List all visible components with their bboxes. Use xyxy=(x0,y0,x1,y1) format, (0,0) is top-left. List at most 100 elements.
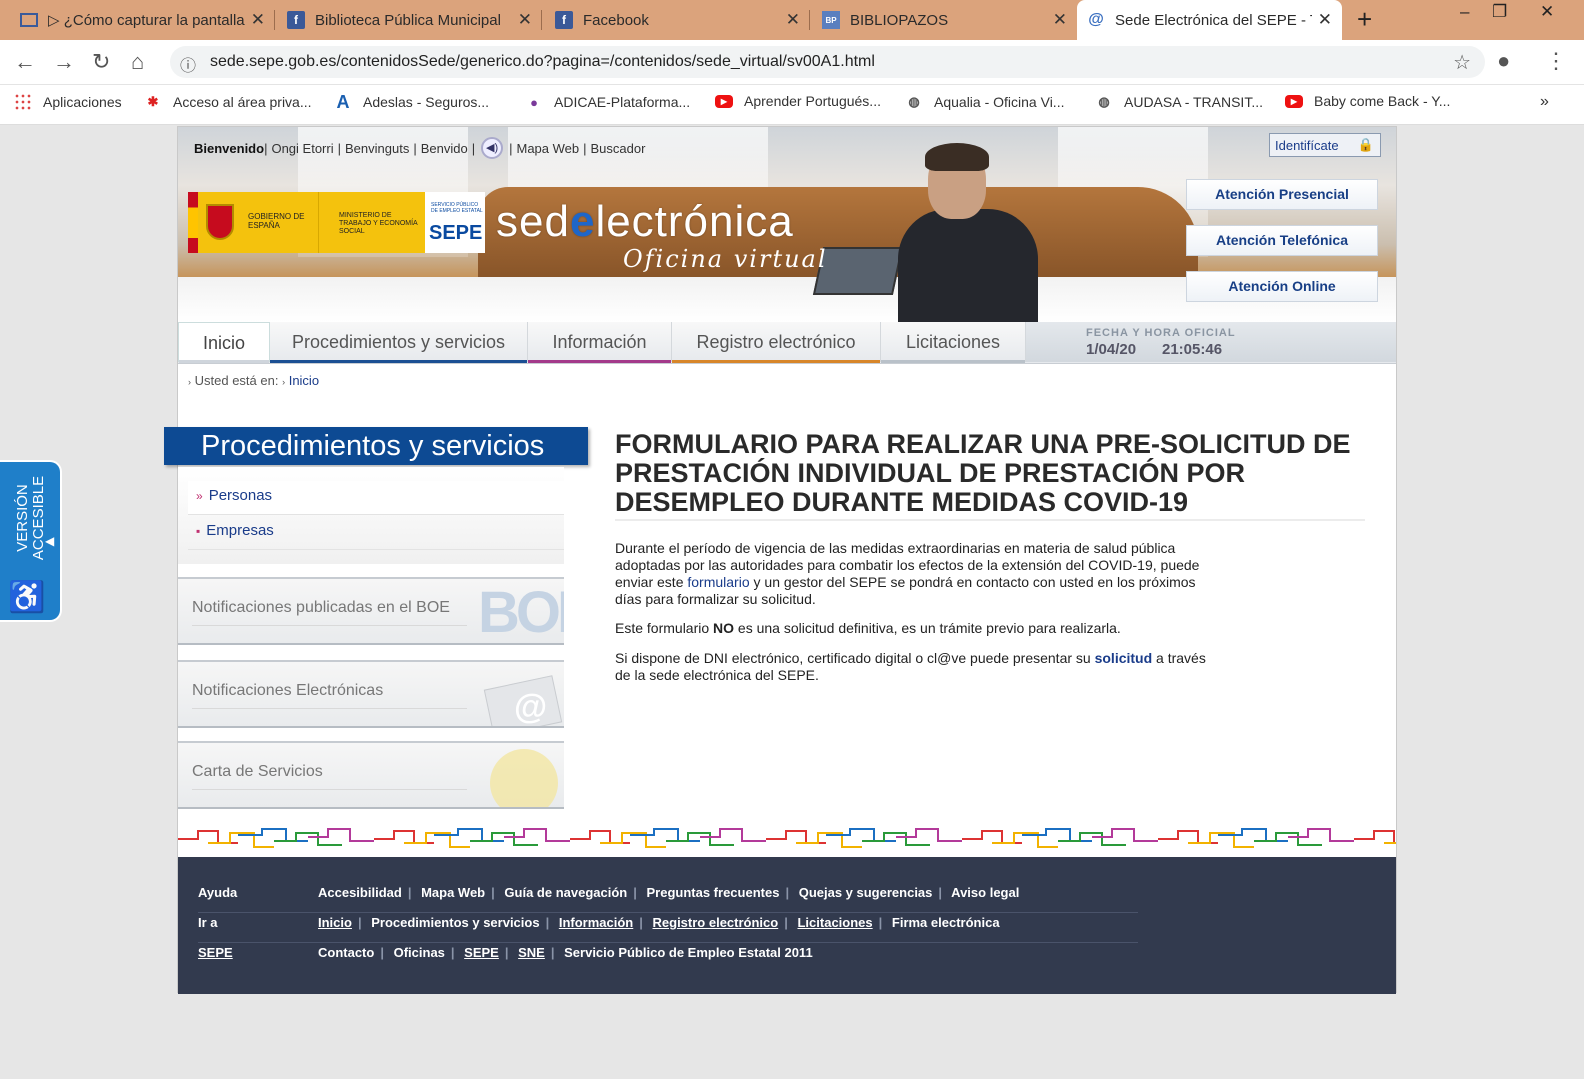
info-icon[interactable]: ⓘ xyxy=(180,52,196,76)
speaker-icon[interactable]: ◀) xyxy=(481,137,504,159)
sidebar-item-personas[interactable]: » Personas xyxy=(188,481,564,515)
close-icon[interactable]: ✕ xyxy=(786,10,800,30)
close-icon[interactable]: ✕ xyxy=(1318,10,1332,30)
footer-link[interactable]: SNE xyxy=(518,945,545,960)
sidebar-item-label[interactable]: Empresas xyxy=(206,522,274,539)
tab-informacion[interactable]: Información xyxy=(528,322,672,363)
lang-catala[interactable]: Benvinguts xyxy=(345,141,409,156)
bookmark-item[interactable]: ◍ Aqualia - Oficina Vi... xyxy=(905,93,1064,111)
search-link[interactable]: Buscador xyxy=(591,141,646,156)
home-icon[interactable]: ⌂ xyxy=(131,49,144,75)
close-icon[interactable]: ✕ xyxy=(1053,10,1067,30)
bookmark-item[interactable]: A Adeslas - Seguros... xyxy=(334,92,490,112)
browser-tab-3[interactable]: f Facebook ✕ xyxy=(545,0,810,40)
footer-link[interactable]: Aviso legal xyxy=(951,885,1019,900)
tab-label: ▷ ¿Cómo capturar la pantalla xyxy=(48,12,245,29)
tab-licitaciones[interactable]: Licitaciones xyxy=(881,322,1026,363)
menu-icon[interactable]: ⋮ xyxy=(1545,48,1567,74)
bookmark-item[interactable]: ▶ Aprender Portugués... xyxy=(715,93,881,109)
footer-link[interactable]: Inicio xyxy=(318,915,352,930)
formulario-link[interactable]: formulario xyxy=(687,574,749,590)
official-time: 21:05:46 xyxy=(1162,341,1223,358)
back-icon[interactable]: ← xyxy=(14,49,36,75)
browser-tab-active[interactable]: @ Sede Electrónica del SEPE - T ✕ xyxy=(1077,0,1342,40)
sidebar-heading: Procedimientos y servicios xyxy=(164,427,588,465)
bookmark-star-icon[interactable]: ☆ xyxy=(1453,50,1471,75)
lang-euskera[interactable]: Ongi Etorri xyxy=(271,141,333,156)
electronic-notifications-panel[interactable]: Notificaciones Electrónicas @ xyxy=(178,660,564,728)
boe-notifications-panel[interactable]: Notificaciones publicadas en el BOE BOE xyxy=(178,577,564,645)
site-map-link[interactable]: Mapa Web xyxy=(516,141,579,156)
login-button[interactable]: Identifícate 🔒 xyxy=(1269,133,1381,157)
footer-row-ir-a: Ir a Inicio | Procedimientos y servicios |… xyxy=(198,907,1138,937)
carta-servicios-panel[interactable]: Carta de Servicios xyxy=(178,741,564,809)
new-tab-icon[interactable]: + xyxy=(1357,4,1372,35)
bookmark-item[interactable]: ● ADICAE-Plataforma... xyxy=(525,93,690,111)
footer-link[interactable]: Accesibilidad xyxy=(318,885,402,900)
atencion-presencial-button[interactable]: Atención Presencial xyxy=(1186,179,1378,210)
footer-link[interactable]: Preguntas frecuentes xyxy=(647,885,780,900)
address-bar[interactable]: ⓘ sede.sepe.gob.es/contenidosSede/generi… xyxy=(170,46,1485,78)
bookmark-label: AUDASA - TRANSIT... xyxy=(1124,94,1263,110)
footer-links: Contacto | Oficinas | SEPE | SNE | Servicio … xyxy=(318,945,813,960)
footer-link[interactable]: Quejas y sugerencias xyxy=(799,885,933,900)
bookmarks-bar: Aplicaciones ✱ Acceso al área priva... A… xyxy=(0,85,1584,125)
double-chevron-icon: » xyxy=(196,489,203,503)
footer-link[interactable]: Licitaciones xyxy=(797,915,872,930)
accessible-line: ACCESIBLE xyxy=(30,475,47,561)
bookmark-item[interactable]: ◍ AUDASA - TRANSIT... xyxy=(1095,93,1263,111)
bookmark-label: ADICAE-Plataforma... xyxy=(554,94,691,110)
footer-links: Accesibilidad | Mapa Web | Guía de navegac… xyxy=(318,885,1020,900)
tab-inicio[interactable]: Inicio xyxy=(178,322,270,363)
red-logo-icon: ✱ xyxy=(147,94,159,109)
wheelchair-icon: ♿ xyxy=(8,581,46,614)
accessible-version-tab[interactable]: VERSIÓN ACCESIBLE ◀ ♿ xyxy=(0,460,62,622)
tab-label: Facebook xyxy=(583,11,649,29)
footer-link[interactable]: Guía de navegación xyxy=(504,885,627,900)
footer-link[interactable]: Información xyxy=(559,915,633,930)
footer-row-heading[interactable]: SEPE xyxy=(198,945,233,960)
minimize-icon[interactable]: – xyxy=(1460,2,1469,22)
sepe-logo-text: SEPE xyxy=(429,222,483,244)
footer-link[interactable]: Registro electrónico xyxy=(653,915,779,930)
bookmarks-overflow[interactable]: » xyxy=(1540,93,1549,111)
browser-tab-4[interactable]: BP BIBLIOPAZOS ✕ xyxy=(812,0,1077,40)
url-text[interactable]: sede.sepe.gob.es/contenidosSede/generico… xyxy=(210,53,875,71)
adicae-icon: ● xyxy=(530,94,538,110)
sepe-small-text: SERVICIO PÚBLICO DE EMPLEO ESTATAL xyxy=(431,202,483,214)
solicitud-link[interactable]: solicitud xyxy=(1095,650,1153,666)
breadcrumb-inicio-link[interactable]: Inicio xyxy=(289,373,319,388)
atencion-online-button[interactable]: Atención Online xyxy=(1186,271,1378,302)
sidebar-item-empresas[interactable]: ▪ Empresas xyxy=(188,516,564,550)
tab-procedimientos[interactable]: Procedimientos y servicios xyxy=(270,322,528,363)
boe-link[interactable]: BOE xyxy=(416,599,450,616)
footer-link[interactable]: Mapa Web xyxy=(421,885,485,900)
lang-galego[interactable]: Benvido xyxy=(421,141,468,156)
window-close-icon[interactable]: ✕ xyxy=(1540,2,1554,22)
footer-link[interactable]: SEPE xyxy=(464,945,499,960)
site-title-part: sed xyxy=(496,197,570,246)
profile-icon[interactable]: ● xyxy=(1497,48,1510,74)
screen-capture-icon xyxy=(20,13,38,27)
site-footer: Ayuda Accesibilidad | Mapa Web | Guía de n… xyxy=(178,857,1396,994)
browser-tab-1[interactable]: ▷ ¿Cómo capturar la pantalla ✕ xyxy=(10,0,275,40)
bookmark-item[interactable]: ▶ Baby come Back - Y... xyxy=(1285,93,1450,109)
footer-link[interactable]: Contacto xyxy=(318,945,374,960)
forward-icon[interactable]: → xyxy=(53,49,75,75)
footer-link[interactable]: Procedimientos y servicios xyxy=(371,915,539,930)
tab-label: Información xyxy=(552,332,647,352)
footer-link[interactable]: Firma electrónica xyxy=(892,915,1000,930)
bookmark-apps[interactable]: Aplicaciones xyxy=(14,93,122,111)
atencion-telefonica-button[interactable]: Atención Telefónica xyxy=(1186,225,1378,256)
footer-link[interactable]: Oficinas xyxy=(394,945,445,960)
bookmark-item[interactable]: ✱ Acceso al área priva... xyxy=(144,93,312,111)
close-icon[interactable]: ✕ xyxy=(251,10,265,30)
restore-icon[interactable]: ❐ xyxy=(1492,2,1507,22)
browser-tab-2[interactable]: f Biblioteca Pública Municipal ✕ xyxy=(277,0,542,40)
tab-registro[interactable]: Registro electrónico xyxy=(672,322,881,363)
sepe-logo[interactable]: SERVICIO PÚBLICO DE EMPLEO ESTATAL SEPE xyxy=(425,192,485,253)
sidebar-item-label[interactable]: Personas xyxy=(209,487,272,504)
reload-icon[interactable]: ↻ xyxy=(92,49,110,75)
paragraph-text: es una solicitud definitiva, es un trámi… xyxy=(734,620,1121,636)
close-icon[interactable]: ✕ xyxy=(518,10,532,30)
